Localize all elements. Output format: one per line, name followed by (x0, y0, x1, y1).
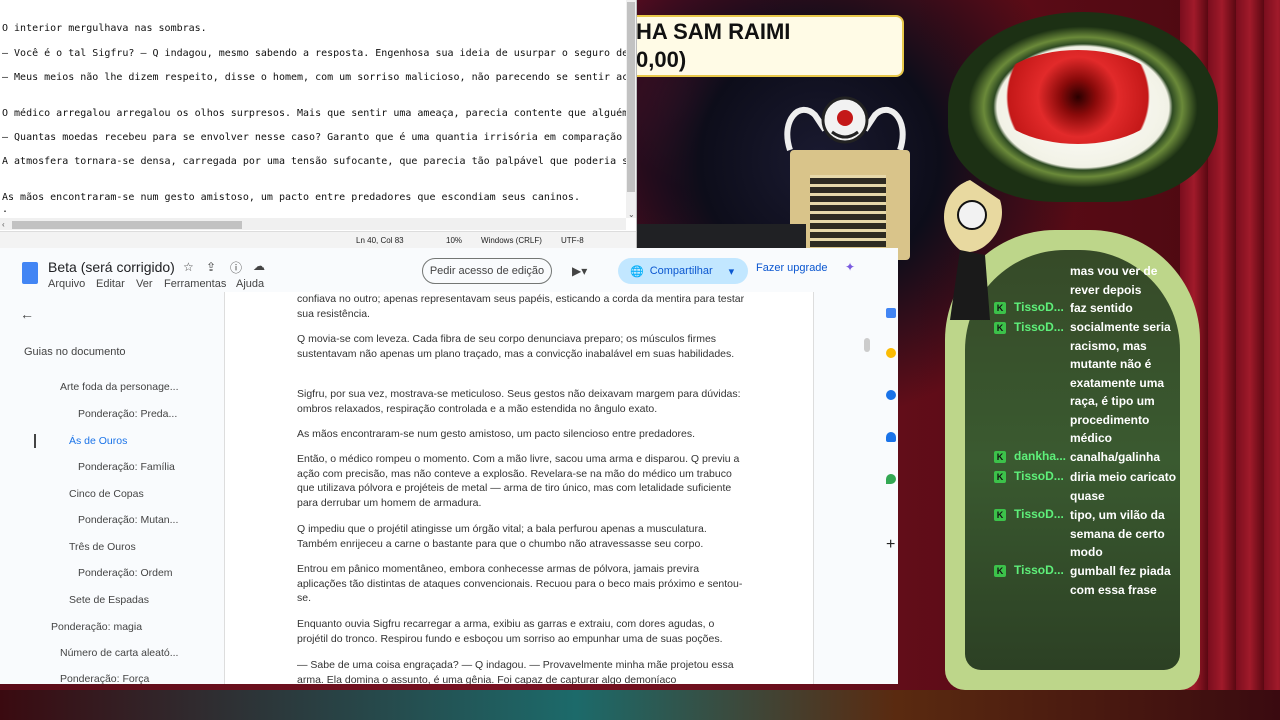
chat-message: diria meio caricato quase (1070, 470, 1177, 503)
docs-header: Beta (será corrigido) ☆ ⇪ ⓘ ☁ Arquivo Ed… (0, 248, 898, 296)
line-ending: Windows (CRLF) (481, 236, 542, 245)
outline-item[interactable]: Sete de Espadas (69, 594, 149, 606)
menu-file[interactable]: Arquivo (48, 278, 85, 290)
chat-message: gumball fez piada com essa frase (1070, 564, 1171, 597)
chat-username[interactable]: TissoD... (1014, 320, 1064, 334)
chat-username[interactable]: TissoD... (1014, 469, 1064, 483)
text-line: — Meus meios não lhe dizem respeito, dis… (2, 72, 626, 83)
text-line: O médico arregalou arregalou os olhos su… (2, 108, 626, 119)
scroll-left-icon[interactable]: ‹ (2, 220, 5, 229)
share-label: Compartilhar (649, 265, 713, 277)
chat-message: mas vou ver de rever depois (1070, 264, 1158, 297)
status-bar: Ln 40, Col 83 10% Windows (CRLF) UTF-8 (0, 231, 636, 249)
outline-item[interactable]: Ponderação: Ordem (78, 567, 173, 579)
paragraph: Q movia-se com leveza. Cada fibra de seu… (297, 333, 735, 360)
goal-banner-text: HA SAM RAIMI 0,00) (636, 18, 790, 74)
info-icon[interactable]: ⓘ (230, 259, 242, 276)
video-call-icon[interactable]: ▶▾ (572, 264, 587, 278)
chat-message: canalha/galinha (1070, 450, 1161, 464)
share-button[interactable]: 🌐 Compartilhar ▾ (618, 258, 748, 284)
chat-username[interactable]: dankha... (1014, 449, 1066, 463)
chat-username[interactable]: TissoD... (1014, 300, 1064, 314)
doc-scroll-thumb[interactable] (864, 338, 870, 352)
outline-item[interactable]: Número de carta aleató... (60, 647, 178, 659)
google-docs-window: Beta (será corrigido) ☆ ⇪ ⓘ ☁ Arquivo Ed… (0, 248, 898, 684)
paragraph: Enquanto ouvia Sigfru recarregar a arma,… (297, 618, 723, 645)
outline-item[interactable]: Ponderação: Mutan... (78, 514, 178, 526)
paragraph: Sigfru, por sua vez, mostrava-se meticul… (297, 388, 741, 415)
text-line: — Você é o tal Sigfru? — Q indagou, mesm… (2, 48, 626, 59)
chat-username[interactable]: TissoD... (1014, 507, 1064, 521)
tasks-icon[interactable] (886, 390, 896, 400)
calendar-icon[interactable] (886, 308, 896, 318)
horizontal-scroll-thumb[interactable] (12, 221, 242, 229)
chat-badge-icon: K (994, 565, 1006, 577)
text-line: A atmosfera tornara-se densa, carregada … (2, 156, 626, 167)
skeleton-character-icon (943, 180, 1002, 320)
outline-item[interactable]: Ponderação: Família (78, 461, 175, 473)
menu-view[interactable]: Ver (136, 278, 153, 290)
goal-banner-line2: 0,00) (636, 47, 687, 72)
contacts-icon[interactable] (886, 432, 896, 442)
outline-title: Guias no documento (24, 346, 126, 358)
outline-selection-marker (34, 434, 36, 448)
chat-message: tipo, um vilão da semana de certo modo (1070, 508, 1165, 559)
gemini-icon[interactable]: ✦ (845, 260, 855, 274)
text-line: — Quantas moedas recebeu para se envolve… (2, 132, 626, 143)
menu-help[interactable]: Ajuda (236, 278, 264, 290)
qr-code-icon (810, 175, 886, 247)
menu-tools[interactable]: Ferramentas (164, 278, 226, 290)
paragraph: confiava no outro; apenas representavam … (297, 293, 745, 320)
outline-item[interactable]: Arte foda da personage... (60, 381, 179, 393)
red-eye-icon (990, 50, 1166, 144)
add-addon-icon[interactable]: + (886, 536, 895, 554)
text-line: . (2, 204, 9, 215)
document-title[interactable]: Beta (será corrigido) (48, 259, 175, 275)
paragraph: Q impediu que o projétil atingisse um ór… (297, 523, 707, 550)
upgrade-button[interactable]: Fazer upgrade (756, 262, 828, 274)
chat-message: faz sentido (1070, 301, 1133, 315)
zoom-level: 10% (446, 236, 463, 245)
globe-icon: 🌐 (630, 265, 644, 278)
move-icon[interactable]: ⇪ (206, 260, 216, 274)
back-arrow-icon[interactable]: ← (20, 306, 34, 322)
cursor-position: Ln 40, Col 83 (356, 236, 404, 245)
outline-item[interactable]: Três de Ouros (69, 541, 136, 553)
paragraph: Entrou em pânico momentâneo, embora conh… (297, 563, 743, 605)
outline-item[interactable]: Ponderação: Força (60, 673, 149, 684)
paragraph: — Sabe de uma coisa engraçada? — Q indag… (297, 659, 734, 684)
paragraph: As mãos encontraram-se num gesto amistos… (297, 428, 696, 440)
text-line: O interior mergulhava nas sombras. (2, 23, 207, 34)
notepad-window: O interior mergulhava nas sombras. — Voc… (0, 0, 637, 249)
cloud-icon[interactable]: ☁ (253, 259, 265, 273)
outline-item[interactable]: Cinco de Copas (69, 488, 144, 500)
goal-banner-line1: HA SAM RAIMI (636, 19, 791, 44)
stage-floor-decoration (0, 690, 1280, 720)
menu-edit[interactable]: Editar (96, 278, 125, 290)
browser-toolbar-fragment (636, 224, 806, 248)
chat-username[interactable]: TissoD... (1014, 563, 1064, 577)
scroll-down-icon[interactable]: ⌄ (628, 210, 635, 219)
star-icon[interactable]: ☆ (183, 260, 194, 274)
outline-item-selected[interactable]: Ás de Ouros (69, 435, 127, 447)
notepad-text-area[interactable]: O interior mergulhava nas sombras. — Voc… (0, 0, 626, 218)
chevron-down-icon: ▾ (728, 265, 735, 278)
chat-badge-icon: K (994, 509, 1006, 521)
chat-badge-icon: K (994, 302, 1006, 314)
text-line: As mãos encontraram-se num gesto amistos… (2, 192, 580, 203)
encoding: UTF-8 (561, 236, 584, 245)
maps-icon[interactable] (886, 474, 896, 484)
keep-icon[interactable] (886, 348, 896, 358)
vertical-scroll-thumb[interactable] (627, 2, 635, 192)
paragraph: Então, o médico rompeu o momento. Com a … (297, 453, 740, 509)
chat-badge-icon: K (994, 322, 1006, 334)
chat-badge-icon: K (994, 451, 1006, 463)
request-edit-access-button[interactable]: Pedir acesso de edição (422, 258, 552, 284)
outline-item[interactable]: Ponderação: magia (51, 621, 142, 633)
chat-message: socialmente seria racismo, mas mutante n… (1070, 320, 1171, 445)
chat-badge-icon: K (994, 471, 1006, 483)
outline-item[interactable]: Ponderação: Preda... (78, 408, 177, 420)
document-page[interactable]: confiava no outro; apenas representavam … (224, 292, 814, 684)
docs-logo-icon[interactable] (22, 262, 38, 284)
